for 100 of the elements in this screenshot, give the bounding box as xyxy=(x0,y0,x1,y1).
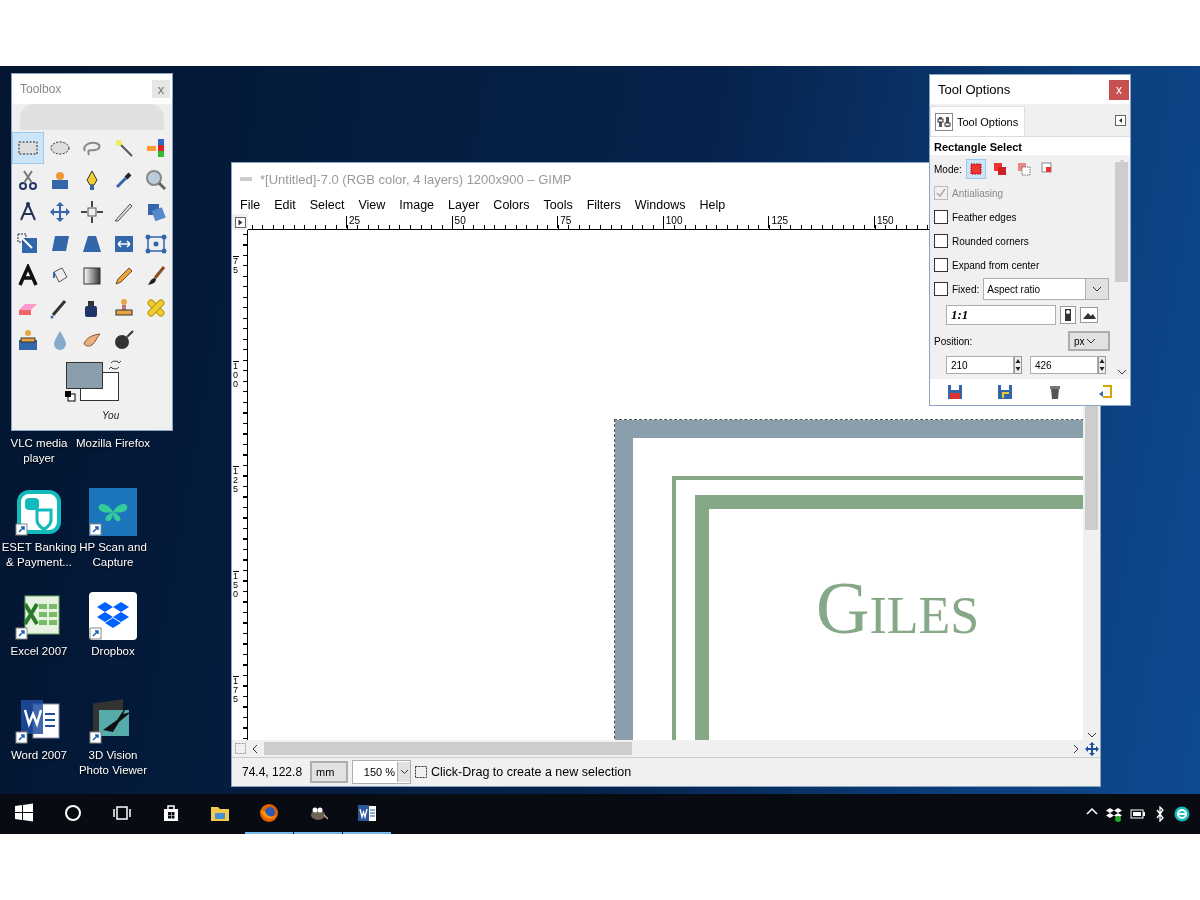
menu-item[interactable]: Image xyxy=(395,195,439,214)
status-message: Click-Drag to create a new selection xyxy=(431,765,632,779)
menu-item[interactable]: Select xyxy=(305,195,349,214)
number-field[interactable]: 426 xyxy=(1030,356,1098,374)
ruler-label: 100 xyxy=(233,361,239,389)
menu-item[interactable]: View xyxy=(354,195,390,214)
landscape-icon[interactable] xyxy=(1080,307,1098,323)
task-view-icon xyxy=(112,803,132,823)
horizontal-scrollbar[interactable] xyxy=(248,740,1083,757)
caret-right-icon[interactable] xyxy=(1073,743,1079,754)
caret-down-icon[interactable] xyxy=(1116,369,1127,375)
unit-dropdown[interactable]: mm xyxy=(310,761,348,783)
spin-arrows-icon[interactable] xyxy=(1098,356,1106,374)
shield-e-icon[interactable] xyxy=(1174,806,1190,822)
tab-menu-icon[interactable] xyxy=(1115,114,1126,126)
hint-text: You xyxy=(102,410,121,421)
swap-arrows-icon[interactable] xyxy=(108,358,122,372)
browser-icon xyxy=(259,803,279,823)
tool-options-icon xyxy=(935,112,953,131)
checkbox[interactable] xyxy=(934,210,948,224)
align-arrows-icon xyxy=(80,200,104,224)
butterfly-icon[interactable] xyxy=(89,488,137,536)
tool-name: Rectangle Select xyxy=(933,140,1024,155)
chevron-down-icon xyxy=(399,769,409,775)
mode-label: Mode: xyxy=(934,163,962,175)
spin-arrows-icon[interactable] xyxy=(1014,356,1022,374)
checkbox-label: Fixed: xyxy=(952,283,980,295)
dropdown[interactable]: Aspect ratio xyxy=(983,278,1110,300)
menu-item[interactable]: Filters xyxy=(582,195,625,214)
close-button[interactable]: x xyxy=(1109,79,1129,100)
shield-card-icon[interactable] xyxy=(15,488,63,536)
check-icon xyxy=(936,188,946,198)
caret-down-icon[interactable] xyxy=(1086,732,1097,738)
ruler-label: 125 xyxy=(768,216,789,228)
reset-arrow-icon[interactable] xyxy=(1097,384,1113,400)
color-swatches-drawing[interactable] xyxy=(66,362,120,402)
window-title: Tool Options xyxy=(938,82,1011,97)
window-title: *[Untitled]-7.0 (RGB color, 4 layers) 1200x900 – GIMP xyxy=(260,171,572,187)
node-cage-icon xyxy=(144,232,168,256)
ruler-label: 175 xyxy=(233,676,239,704)
checkbox-label: Feather edges xyxy=(952,211,1017,223)
checkbox[interactable] xyxy=(934,282,948,296)
ruler-label: 100 xyxy=(662,216,683,228)
zoom-dropdown[interactable]: 150 % xyxy=(352,760,411,784)
default-colors-icon[interactable] xyxy=(64,390,76,402)
battery-icon[interactable] xyxy=(1130,806,1146,822)
open-box-icon[interactable] xyxy=(1106,806,1122,822)
mode-button[interactable] xyxy=(965,159,986,179)
canvas-title-text: Giles xyxy=(816,568,980,648)
desktop-icon-label[interactable]: Mozilla Firefox xyxy=(72,436,154,451)
ruler-label: 150 xyxy=(874,216,894,228)
chevron-down-icon xyxy=(1092,286,1103,292)
checkbox[interactable] xyxy=(934,234,948,248)
menu-item[interactable]: Layer xyxy=(444,195,484,214)
circle-icon xyxy=(63,803,83,823)
shopping-bag-icon xyxy=(161,803,181,823)
stamp-on-card-icon xyxy=(16,328,40,352)
tab[interactable]: Tool Options xyxy=(930,106,1026,136)
caret-left-icon[interactable] xyxy=(252,743,258,754)
menu-item[interactable]: Help xyxy=(695,195,730,214)
four-way-arrow-icon xyxy=(48,200,72,224)
close-button[interactable]: x xyxy=(152,80,170,98)
unit-dropdown[interactable]: px xyxy=(1068,331,1110,351)
letter-a-icon xyxy=(16,264,40,288)
scrollbar-thumb[interactable] xyxy=(1115,162,1128,282)
magnifier-icon xyxy=(144,168,168,192)
scissors-icon xyxy=(16,168,40,192)
round-tool-icon xyxy=(112,328,136,352)
window-title: Toolbox xyxy=(20,82,62,96)
ruler-label: 50 xyxy=(451,216,466,228)
ruler-label: 25 xyxy=(346,216,361,228)
ruler-label: 150 xyxy=(233,571,239,599)
ruler-label: 75 xyxy=(233,256,239,275)
menu-item[interactable]: Colors xyxy=(489,195,534,214)
bluetooth-icon[interactable] xyxy=(1154,806,1166,822)
scale-arrow-icon xyxy=(16,232,40,256)
menu-item[interactable]: Edit xyxy=(270,195,300,214)
desktop-icon-label[interactable]: ESET Banking & Payment... xyxy=(0,540,80,570)
windows-logo-icon xyxy=(14,803,34,823)
ruler-label: 75 xyxy=(557,216,572,228)
subtract-squares-icon xyxy=(1015,161,1032,177)
number-field[interactable]: 210 xyxy=(946,356,1014,374)
checkbox[interactable] xyxy=(934,258,948,272)
portrait-icon[interactable] xyxy=(1060,306,1076,324)
menu-item[interactable]: Windows xyxy=(630,195,690,214)
menu-item[interactable]: File xyxy=(236,195,265,214)
menu-item[interactable]: Tools xyxy=(539,195,577,214)
checkbox-label: Antialiasing xyxy=(952,187,1004,199)
dashed-square-icon xyxy=(415,766,427,778)
spreadsheet-icon[interactable] xyxy=(15,592,63,640)
chevron-down-icon xyxy=(1085,338,1096,344)
ruler-label: 125 xyxy=(233,466,239,494)
filled-square-icon xyxy=(967,161,984,177)
ratio-field[interactable]: 1:1 xyxy=(946,305,1056,325)
navigate-icon[interactable] xyxy=(1084,741,1099,756)
scrollbar-thumb[interactable] xyxy=(264,742,632,755)
document-w-icon xyxy=(357,803,377,823)
trash-can-icon[interactable] xyxy=(1047,384,1063,400)
pointer-coordinates: 74.4, 122.8 xyxy=(242,765,304,779)
overlapping-squares-icon xyxy=(991,161,1008,177)
